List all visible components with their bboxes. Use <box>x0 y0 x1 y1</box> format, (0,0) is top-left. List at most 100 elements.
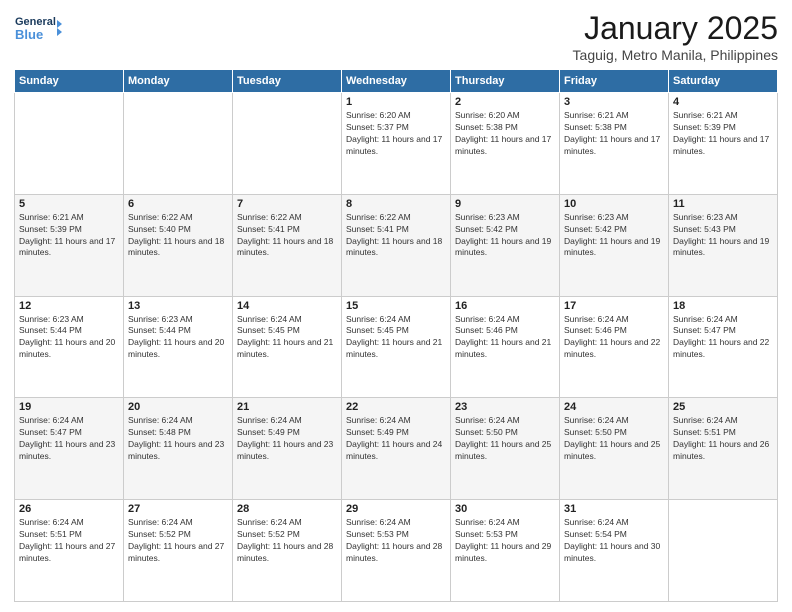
cell-content: Daylight: 11 hours and 17 minutes. <box>455 134 555 158</box>
calendar-table: SundayMondayTuesdayWednesdayThursdayFrid… <box>14 69 778 602</box>
cell-content: Sunrise: 6:24 AM <box>455 517 555 529</box>
cell-1-6: 3Sunrise: 6:21 AMSunset: 5:38 PMDaylight… <box>560 93 669 195</box>
cell-content: Daylight: 11 hours and 27 minutes. <box>19 541 119 565</box>
cell-content: Sunrise: 6:24 AM <box>128 415 228 427</box>
cell-content: Sunset: 5:39 PM <box>673 122 773 134</box>
week-row-2: 5Sunrise: 6:21 AMSunset: 5:39 PMDaylight… <box>15 194 778 296</box>
cell-content: Daylight: 11 hours and 23 minutes. <box>128 439 228 463</box>
cell-5-7 <box>669 500 778 602</box>
cell-content: Sunset: 5:48 PM <box>128 427 228 439</box>
cell-content: Daylight: 11 hours and 18 minutes. <box>346 236 446 260</box>
cell-content: Sunrise: 6:24 AM <box>19 415 119 427</box>
cell-content: Daylight: 11 hours and 25 minutes. <box>455 439 555 463</box>
day-number: 27 <box>128 503 228 515</box>
cell-content: Sunrise: 6:24 AM <box>564 517 664 529</box>
cell-content: Sunset: 5:53 PM <box>346 529 446 541</box>
cell-content: Daylight: 11 hours and 19 minutes. <box>564 236 664 260</box>
logo-svg: General Blue <box>14 10 62 48</box>
cell-4-7: 25Sunrise: 6:24 AMSunset: 5:51 PMDayligh… <box>669 398 778 500</box>
cell-3-3: 14 Sunrise: 6:24 AMSunset: 5:45 PMDayligh… <box>233 296 342 398</box>
cell-content: Daylight: 11 hours and 18 minutes. <box>237 236 337 260</box>
cell-content: Sunrise: 6:22 AM <box>237 212 337 224</box>
day-number: 9 <box>455 198 555 210</box>
cell-content: Sunset: 5:38 PM <box>455 122 555 134</box>
day-number: 26 <box>19 503 119 515</box>
cell-content: Daylight: 11 hours and 19 minutes. <box>455 236 555 260</box>
day-number: 16 <box>455 300 555 312</box>
day-number: 19 <box>19 401 119 413</box>
day-number: 31 <box>564 503 664 515</box>
cell-content: Daylight: 11 hours and 21 minutes. <box>346 337 446 361</box>
cell-content: Sunset: 5:50 PM <box>455 427 555 439</box>
cell-content: Sunset: 5:53 PM <box>455 529 555 541</box>
day-number: 3 <box>564 96 664 108</box>
day-number: 30 <box>455 503 555 515</box>
subtitle: Taguig, Metro Manila, Philippines <box>573 47 778 63</box>
cell-content: Daylight: 11 hours and 18 minutes. <box>128 236 228 260</box>
cell-content: Sunrise: 6:24 AM <box>346 415 446 427</box>
cell-content: Sunrise: 6:21 AM <box>564 110 664 122</box>
cell-2-1: 5Sunrise: 6:21 AMSunset: 5:39 PMDaylight… <box>15 194 124 296</box>
cell-2-2: 6Sunrise: 6:22 AMSunset: 5:40 PMDaylight… <box>124 194 233 296</box>
column-header-sunday: Sunday <box>15 70 124 93</box>
cell-content: Sunset: 5:52 PM <box>237 529 337 541</box>
cell-1-4: 1Sunrise: 6:20 AMSunset: 5:37 PMDaylight… <box>342 93 451 195</box>
cell-content: Sunset: 5:47 PM <box>19 427 119 439</box>
cell-content: Sunrise: 6:23 AM <box>564 212 664 224</box>
cell-content: Daylight: 11 hours and 21 minutes. <box>455 337 555 361</box>
day-number: 24 <box>564 401 664 413</box>
cell-content: Sunset: 5:47 PM <box>673 325 773 337</box>
column-header-tuesday: Tuesday <box>233 70 342 93</box>
cell-2-4: 8 Sunrise: 6:22 AMSunset: 5:41 PMDaylight… <box>342 194 451 296</box>
cell-4-4: 22Sunrise: 6:24 AMSunset: 5:49 PMDayligh… <box>342 398 451 500</box>
cell-content: Sunset: 5:46 PM <box>455 325 555 337</box>
cell-content: Sunrise: 6:24 AM <box>673 314 773 326</box>
cell-content: Sunset: 5:41 PM <box>237 224 337 236</box>
cell-content: Sunrise: 6:24 AM <box>237 517 337 529</box>
cell-content: Sunrise: 6:24 AM <box>564 314 664 326</box>
cell-4-2: 20 Sunrise: 6:24 AMSunset: 5:48 PMDayligh… <box>124 398 233 500</box>
day-number: 10 <box>564 198 664 210</box>
cell-content: Sunset: 5:44 PM <box>128 325 228 337</box>
day-number: 20 <box>128 401 228 413</box>
cell-content: Sunset: 5:45 PM <box>237 325 337 337</box>
day-number: 23 <box>455 401 555 413</box>
day-number: 29 <box>346 503 446 515</box>
cell-content: Daylight: 11 hours and 29 minutes. <box>455 541 555 565</box>
cell-content: Daylight: 11 hours and 30 minutes. <box>564 541 664 565</box>
cell-5-2: 27Sunrise: 6:24 AMSunset: 5:52 PMDayligh… <box>124 500 233 602</box>
cell-content: Sunset: 5:37 PM <box>346 122 446 134</box>
cell-content: Sunrise: 6:24 AM <box>237 314 337 326</box>
cell-content: Daylight: 11 hours and 22 minutes. <box>564 337 664 361</box>
cell-content: Sunrise: 6:22 AM <box>346 212 446 224</box>
cell-1-2 <box>124 93 233 195</box>
cell-content: Sunset: 5:40 PM <box>128 224 228 236</box>
cell-3-4: 15Sunrise: 6:24 AMSunset: 5:45 PMDayligh… <box>342 296 451 398</box>
cell-content: Sunrise: 6:23 AM <box>19 314 119 326</box>
day-number: 7 <box>237 198 337 210</box>
cell-content: Sunset: 5:41 PM <box>346 224 446 236</box>
day-number: 8 <box>346 198 446 210</box>
column-header-friday: Friday <box>560 70 669 93</box>
cell-content: Sunrise: 6:24 AM <box>128 517 228 529</box>
cell-4-6: 24Sunrise: 6:24 AMSunset: 5:50 PMDayligh… <box>560 398 669 500</box>
day-number: 13 <box>128 300 228 312</box>
cell-2-3: 7 Sunrise: 6:22 AMSunset: 5:41 PMDaylight… <box>233 194 342 296</box>
cell-content: Sunrise: 6:24 AM <box>673 415 773 427</box>
cell-content: Daylight: 11 hours and 21 minutes. <box>237 337 337 361</box>
cell-content: Daylight: 11 hours and 28 minutes. <box>346 541 446 565</box>
title-area: January 2025 Taguig, Metro Manila, Phili… <box>573 10 778 63</box>
cell-5-4: 29Sunrise: 6:24 AMSunset: 5:53 PMDayligh… <box>342 500 451 602</box>
cell-2-7: 11Sunrise: 6:23 AMSunset: 5:43 PMDayligh… <box>669 194 778 296</box>
cell-content: Sunset: 5:46 PM <box>564 325 664 337</box>
cell-content: Daylight: 11 hours and 19 minutes. <box>673 236 773 260</box>
cell-4-3: 21Sunrise: 6:24 AMSunset: 5:49 PMDayligh… <box>233 398 342 500</box>
cell-content: Daylight: 11 hours and 17 minutes. <box>346 134 446 158</box>
week-row-4: 19Sunrise: 6:24 AMSunset: 5:47 PMDayligh… <box>15 398 778 500</box>
cell-2-5: 9Sunrise: 6:23 AMSunset: 5:42 PMDaylight… <box>451 194 560 296</box>
cell-1-5: 2Sunrise: 6:20 AMSunset: 5:38 PMDaylight… <box>451 93 560 195</box>
cell-1-7: 4Sunrise: 6:21 AMSunset: 5:39 PMDaylight… <box>669 93 778 195</box>
day-number: 28 <box>237 503 337 515</box>
cell-5-5: 30 Sunrise: 6:24 AMSunset: 5:53 PMDayligh… <box>451 500 560 602</box>
day-number: 14 <box>237 300 337 312</box>
